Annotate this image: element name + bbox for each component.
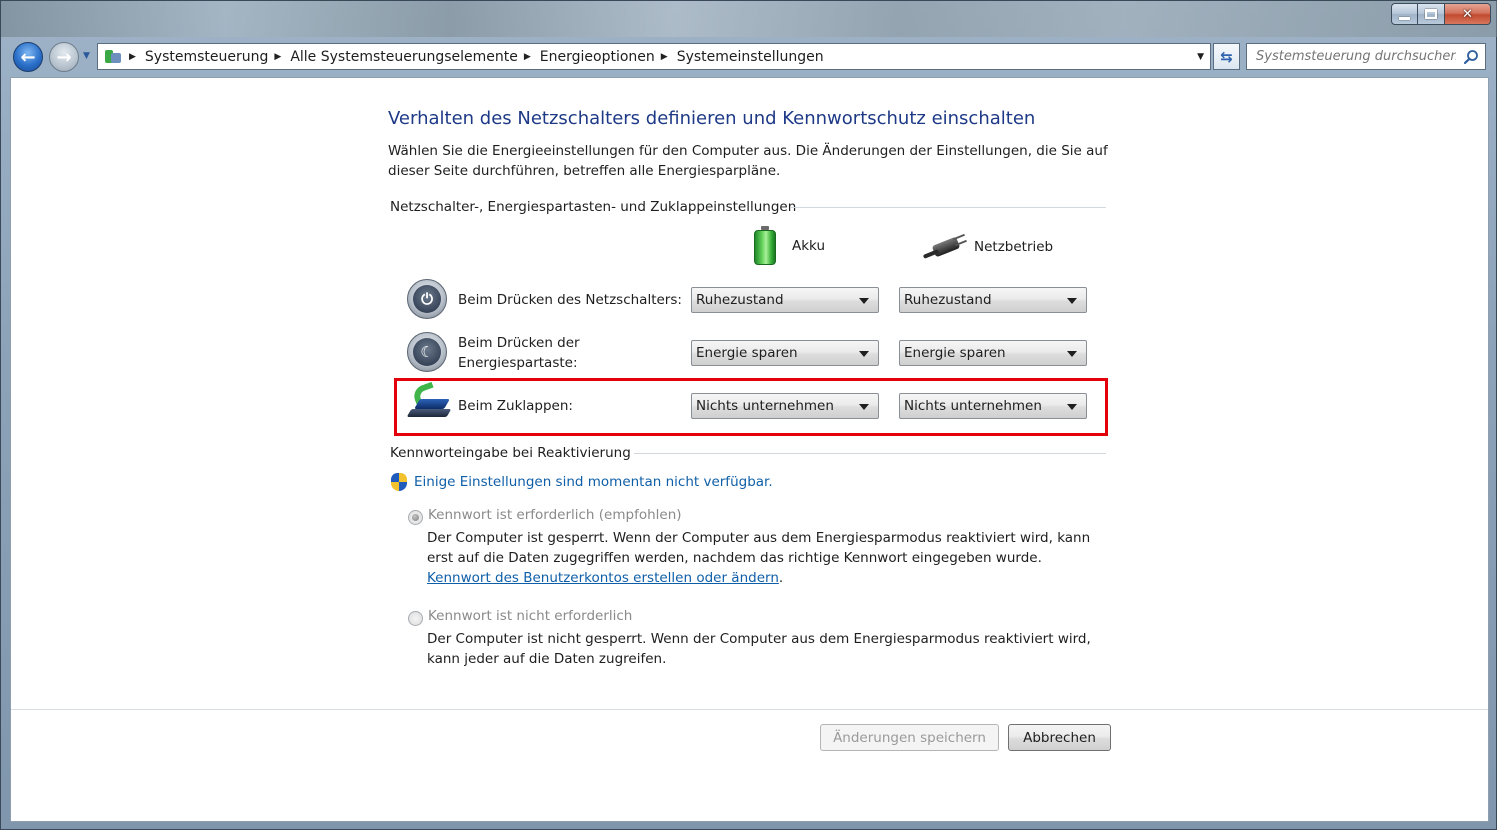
breadcrumb-separator-icon[interactable]: ▶ (524, 52, 531, 62)
row-label-power-button: Beim Drücken des Netzschalters: (458, 292, 682, 308)
maximize-icon (1425, 9, 1437, 19)
password-required-label: Kennwort ist erforderlich (empfohlen) (428, 507, 682, 523)
address-bar[interactable]: ▶ Systemsteuerung ▶ Alle Systemsteuerung… (97, 43, 1211, 70)
recent-pages-button[interactable]: ▼ (83, 51, 93, 61)
column-label-battery: Akku (792, 238, 826, 254)
uac-shield-icon (391, 473, 407, 491)
power-plug-icon (922, 233, 967, 260)
breadcrumb-separator-icon[interactable]: ▶ (129, 52, 136, 62)
chevron-down-icon (859, 351, 869, 357)
sleep-button-battery-select[interactable]: Energie sparen (691, 340, 879, 366)
column-label-ac: Netzbetrieb (974, 239, 1054, 255)
breadcrumb-energieoptionen[interactable]: Energieoptionen (540, 49, 655, 65)
minimize-icon (1399, 16, 1410, 20)
breadcrumb-separator-icon[interactable]: ▶ (274, 52, 281, 62)
breadcrumb-separator-icon[interactable]: ▶ (661, 52, 668, 62)
caption-buttons: ✕ (1391, 3, 1491, 25)
close-icon: ✕ (1462, 6, 1473, 22)
footer-divider (11, 709, 1488, 710)
cancel-button[interactable]: Abbrechen (1008, 724, 1111, 751)
breadcrumb-systemeinstellungen[interactable]: Systemeinstellungen (677, 49, 824, 65)
select-value: Energie sparen (696, 345, 798, 361)
content-area: Verhalten des Netzschalters definieren u… (10, 77, 1489, 822)
arrow-left-icon: ← (20, 46, 36, 68)
close-button[interactable]: ✕ (1445, 3, 1491, 25)
chevron-down-icon (1067, 298, 1077, 304)
save-button[interactable]: Änderungen speichern (820, 724, 999, 751)
radio-dot-icon (412, 514, 419, 521)
password-required-radio[interactable] (408, 510, 423, 525)
unavailable-settings-link[interactable]: Einige Einstellungen sind momentan nicht… (414, 474, 773, 490)
control-panel-icon (103, 48, 123, 66)
sleep-button-icon: ☾ (407, 332, 447, 372)
power-button-ac-select[interactable]: Ruhezustand (899, 287, 1087, 313)
row-label-sleep-button: Beim Drücken der Energiespartaste: (458, 335, 580, 371)
power-button-battery-select[interactable]: Ruhezustand (691, 287, 879, 313)
title-bar (1, 1, 1497, 37)
select-value: Energie sparen (904, 345, 1006, 361)
breadcrumb-systemsteuerung[interactable]: Systemsteuerung (145, 49, 268, 65)
arrow-right-icon: → (56, 46, 72, 68)
user-account-password-link[interactable]: Kennwort des Benutzerkontos erstellen od… (427, 570, 779, 586)
forward-button[interactable]: → (49, 42, 79, 72)
password-required-text: Der Computer ist gesperrt. Wenn der Comp… (427, 530, 1091, 566)
battery-icon (752, 226, 778, 266)
chevron-down-icon (859, 298, 869, 304)
page-title: Verhalten des Netzschalters definieren u… (388, 108, 1036, 129)
chevron-down-icon (1067, 351, 1077, 357)
window-frame: ✕ ← → ▼ ▶ Systemsteuerung ▶ Alle Systems… (0, 0, 1497, 830)
password-not-required-description: Der Computer ist nicht gesperrt. Wenn de… (427, 631, 1091, 667)
password-section-heading: Kennworteingabe bei Reaktivierung (390, 445, 631, 461)
select-value: Ruhezustand (904, 292, 992, 308)
power-button-icon: ⏻ (407, 279, 447, 319)
breadcrumb-alle-elemente[interactable]: Alle Systemsteuerungselemente (290, 49, 518, 65)
search-box[interactable] (1246, 43, 1486, 70)
section-divider (791, 207, 1106, 208)
buttons-section-heading: Netzschalter-, Energiespartasten- und Zu… (390, 199, 797, 215)
link-suffix: . (778, 570, 784, 586)
column-header-battery: Akku (752, 226, 825, 266)
password-not-required-label: Kennwort ist nicht erforderlich (428, 608, 633, 624)
select-value: Ruhezustand (696, 292, 784, 308)
section-divider (634, 453, 1106, 454)
maximize-button[interactable] (1418, 3, 1445, 25)
minimize-button[interactable] (1391, 3, 1418, 25)
column-header-ac: Netzbetrieb (922, 233, 1054, 260)
back-button[interactable]: ← (13, 42, 43, 72)
password-not-required-radio[interactable] (408, 611, 423, 626)
page-description: Wählen Sie die Energieeinstellungen für … (388, 143, 1108, 179)
search-icon[interactable] (1463, 49, 1479, 65)
password-required-description: Der Computer ist gesperrt. Wenn der Comp… (427, 528, 1107, 588)
search-input[interactable] (1256, 49, 1456, 64)
sleep-button-ac-select[interactable]: Energie sparen (899, 340, 1087, 366)
address-dropdown-icon[interactable]: ▼ (1197, 52, 1204, 62)
refresh-icon: ⇆ (1220, 47, 1233, 66)
highlight-box (394, 378, 1108, 436)
chevron-down-icon: ▼ (83, 51, 90, 61)
refresh-button[interactable]: ⇆ (1213, 43, 1240, 70)
